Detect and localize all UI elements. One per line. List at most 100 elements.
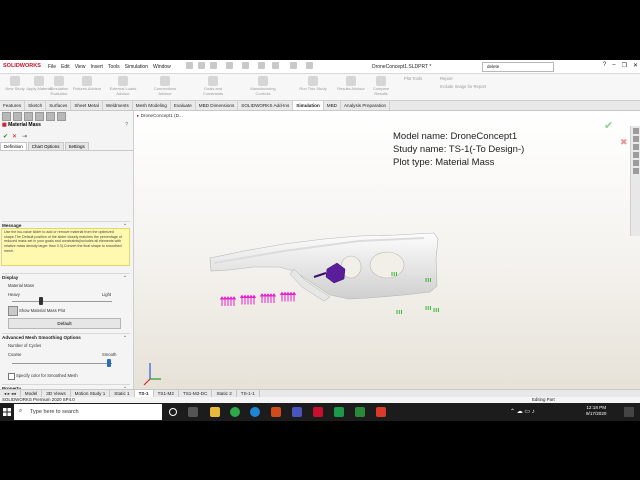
new-document-icon[interactable] xyxy=(198,62,205,69)
tab-analysis-preparation[interactable]: Analysis Preparation xyxy=(341,101,391,110)
force-arrow-head xyxy=(265,293,271,297)
tab-simulation[interactable]: Simulation xyxy=(293,101,324,110)
display-section-header[interactable]: Display ⌃ xyxy=(2,273,130,282)
force-arrow-head xyxy=(242,294,248,298)
tab-mbd[interactable]: MBD xyxy=(324,101,341,110)
notifications-icon[interactable] xyxy=(624,407,634,417)
save-icon[interactable] xyxy=(242,62,249,69)
tab-sheet-metal[interactable]: Sheet Metal xyxy=(71,101,103,110)
tab-chart-options[interactable]: Chart Options xyxy=(27,142,64,150)
task-view-icon[interactable] xyxy=(188,407,198,417)
pin-icon[interactable]: ⇥ xyxy=(22,133,27,140)
search-input[interactable]: delete xyxy=(482,62,554,72)
tab-features[interactable]: Features xyxy=(0,101,26,110)
mass-plot-icon[interactable] xyxy=(8,306,18,316)
specify-color-checkbox[interactable] xyxy=(8,373,15,380)
plot-tools-button[interactable]: Plot Tools xyxy=(404,76,422,81)
manufacturing-controls-button[interactable]: Manufacturing Controls xyxy=(248,76,278,96)
external-loads-button[interactable]: External Loads Advisor xyxy=(108,76,138,96)
force-arrow-head xyxy=(248,294,254,298)
tab-addins[interactable]: SOLIDWORKS Add-Ins xyxy=(238,101,294,110)
specify-color-label: Specify color for Smoothed Mesh xyxy=(16,373,78,378)
collapse-icon: ⌃ xyxy=(123,275,127,280)
cortana-icon[interactable] xyxy=(169,408,177,416)
maximize-button[interactable]: ❐ xyxy=(622,62,627,69)
tab-weldments[interactable]: Weldments xyxy=(103,101,133,110)
smoothing-slider-thumb[interactable] xyxy=(107,359,111,367)
menu-insert[interactable]: Insert xyxy=(90,64,103,70)
title-bar: SOLIDWORKS File Edit View Insert Tools S… xyxy=(0,60,640,74)
close-button[interactable]: ✕ xyxy=(633,62,638,69)
smoothing-section-header[interactable]: Advanced Mesh Smoothing Options ⌃ xyxy=(2,333,130,342)
simulation-evaluator-button[interactable]: Simulation Evaluator xyxy=(44,76,74,96)
chrome-icon[interactable] xyxy=(230,407,240,417)
undo-icon[interactable] xyxy=(258,62,265,69)
menu-edit[interactable]: Edit xyxy=(61,64,70,70)
report-button[interactable]: Report xyxy=(440,76,453,81)
graphics-viewport[interactable]: ▸ DroneConcept1 (D... Model name: DroneC… xyxy=(134,111,640,389)
simulation-tree-icon[interactable] xyxy=(57,112,66,121)
command-ribbon: New Study Apply Material Simulation Eval… xyxy=(0,74,640,101)
home-icon[interactable] xyxy=(186,62,193,69)
ok-button[interactable]: ✔ xyxy=(3,133,8,140)
feature-tree-icon[interactable] xyxy=(2,112,11,121)
compare-results-button[interactable]: Compare Results xyxy=(366,76,396,96)
tab-mesh-modeling[interactable]: Mesh Modeling xyxy=(133,101,171,110)
taskbar-search-input[interactable]: ⌕ Type here to search xyxy=(14,404,162,420)
configuration-icon[interactable] xyxy=(24,112,33,121)
material-mass-slider-thumb[interactable] xyxy=(39,297,43,305)
rebuild-icon[interactable] xyxy=(290,62,297,69)
force-arrow-head xyxy=(239,294,245,298)
tab-settings[interactable]: Settings xyxy=(64,142,89,150)
cancel-button[interactable]: ✕ xyxy=(12,133,17,140)
part-model-render[interactable] xyxy=(134,111,640,389)
file-explorer-icon[interactable] xyxy=(210,407,220,417)
help-icon[interactable]: ? xyxy=(125,122,128,128)
tab-sketch[interactable]: Sketch xyxy=(25,101,47,110)
print-icon[interactable] xyxy=(226,62,233,69)
run-study-button[interactable]: Run This Study xyxy=(298,76,328,92)
default-button[interactable]: Default xyxy=(8,318,121,329)
tab-surfaces[interactable]: Surfaces xyxy=(46,101,72,110)
powerpoint-icon[interactable] xyxy=(271,407,281,417)
menu-view[interactable]: View xyxy=(75,64,86,70)
include-image-button[interactable]: Include Image for Report xyxy=(440,84,486,89)
menu-window[interactable]: Window xyxy=(153,64,171,70)
solidworks-window: SOLIDWORKS File Edit View Insert Tools S… xyxy=(0,60,640,421)
force-arrow-head xyxy=(245,294,251,298)
smoothing-slider-track[interactable] xyxy=(12,363,112,364)
help-button[interactable]: ? xyxy=(603,62,606,69)
minimize-button[interactable]: – xyxy=(612,62,615,69)
camtasia-icon[interactable] xyxy=(355,407,365,417)
system-tray-icons[interactable]: ⌃ ☁ ▭ ♪ xyxy=(510,408,535,415)
select-icon[interactable] xyxy=(272,62,279,69)
connections-advisor-button[interactable]: Connections Advisor xyxy=(150,76,180,96)
windows-start-icon[interactable] xyxy=(3,408,11,416)
material-mass-slider-track[interactable] xyxy=(12,301,112,302)
menu-simulation[interactable]: Simulation xyxy=(125,64,148,70)
menu-tools[interactable]: Tools xyxy=(108,64,120,70)
goals-constraints-button[interactable]: Goals and Constraints xyxy=(198,76,228,96)
tab-mbd-dimensions[interactable]: MBD Dimensions xyxy=(196,101,239,110)
options-icon[interactable] xyxy=(306,62,313,69)
teams-icon[interactable] xyxy=(292,407,302,417)
results-advisor-button[interactable]: Results Advisor xyxy=(336,76,366,92)
smooth-label: Smooth xyxy=(102,352,117,357)
menu-file[interactable]: File xyxy=(48,64,56,70)
dimxpert-icon[interactable] xyxy=(35,112,44,121)
property-manager-icon[interactable] xyxy=(13,112,22,121)
taskbar-clock[interactable]: 12:18 PM 9/17/2020 xyxy=(586,405,606,417)
force-arrow-head xyxy=(219,296,225,300)
solidworks-taskbar-icon[interactable] xyxy=(313,407,323,417)
fixtures-advisor-button[interactable]: Fixtures Advisor xyxy=(72,76,102,92)
open-icon[interactable] xyxy=(210,62,217,69)
tab-evaluate[interactable]: Evaluate xyxy=(171,101,196,110)
edge-icon[interactable] xyxy=(250,407,260,417)
app-green-icon[interactable] xyxy=(334,407,344,417)
results-icon xyxy=(346,76,356,86)
recorder-icon[interactable] xyxy=(376,407,386,417)
force-arrow-head xyxy=(228,296,234,300)
display-manager-icon[interactable] xyxy=(46,112,55,121)
tab-definition[interactable]: Definition xyxy=(0,142,27,150)
cycles-label: Number of Cycles xyxy=(8,343,42,348)
